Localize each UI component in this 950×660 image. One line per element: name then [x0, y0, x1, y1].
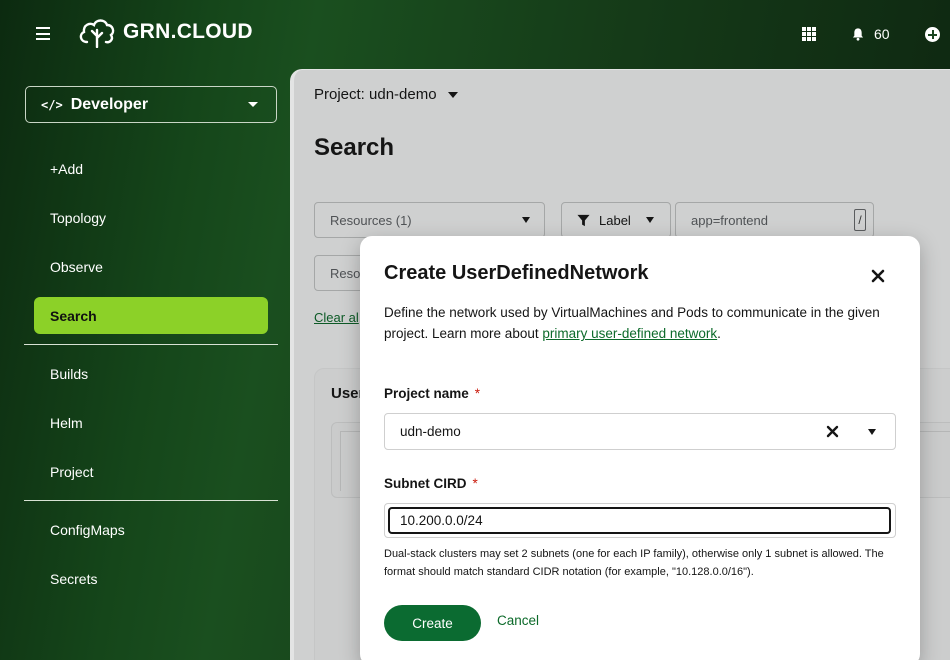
- create-button[interactable]: Create: [384, 605, 481, 641]
- project-name-label: Project name *: [384, 386, 480, 401]
- sidebar-item-builds[interactable]: Builds: [34, 355, 268, 392]
- subnet-cidr-input[interactable]: [388, 507, 891, 534]
- masthead: GRN.CLOUD 60: [0, 0, 950, 68]
- bell-icon: [852, 28, 864, 41]
- perspective-label: Developer: [70, 95, 149, 113]
- required-indicator: *: [474, 386, 481, 401]
- create-udn-modal: Create UserDefinedNetwork Define the net…: [360, 236, 920, 660]
- caret-down-icon: [522, 217, 530, 223]
- filter-icon: [577, 214, 590, 226]
- primary-udn-doc-link[interactable]: primary user-defined network: [542, 326, 717, 341]
- clear-selection-icon[interactable]: [826, 425, 839, 438]
- cancel-button[interactable]: Cancel: [497, 613, 539, 628]
- project-selector-label: Project: udn-demo: [314, 86, 437, 103]
- nav-divider: [24, 344, 278, 345]
- resources-select[interactable]: Resources (1): [314, 202, 545, 238]
- subnet-cidr-label: Subnet CIRD *: [384, 476, 478, 491]
- modal-title: Create UserDefinedNetwork: [384, 262, 649, 284]
- filter-type-label: Label: [599, 212, 631, 228]
- hamburger-menu-icon[interactable]: [36, 27, 50, 40]
- sidebar-item-helm[interactable]: Helm: [34, 404, 268, 441]
- sidebar-item-add[interactable]: +Add: [34, 150, 268, 187]
- label-search-value: app=frontend: [691, 212, 768, 228]
- sidebar-item-observe[interactable]: Observe: [34, 248, 268, 285]
- notification-count: 60: [874, 26, 890, 42]
- notifications-button[interactable]: 60: [851, 24, 890, 44]
- project-name-label-text: Project name: [384, 386, 469, 401]
- sidebar-item-secrets[interactable]: Secrets: [34, 560, 268, 597]
- app-launcher-icon[interactable]: [802, 27, 816, 41]
- caret-down-icon: [646, 217, 654, 223]
- perspective-switcher[interactable]: </> Developer: [25, 86, 277, 123]
- modal-description: Define the network used by VirtualMachin…: [384, 302, 894, 344]
- logo-text: GRN.CLOUD: [123, 20, 253, 43]
- resources-select-value: Resources (1): [330, 212, 412, 228]
- keyboard-shortcut-hint: /: [854, 209, 866, 231]
- caret-down-icon[interactable]: [868, 429, 876, 435]
- caret-down-icon: [447, 91, 458, 98]
- sidebar-item-project[interactable]: Project: [34, 453, 268, 490]
- label-search-input[interactable]: app=frontend /: [675, 202, 874, 238]
- sidebar-item-topology[interactable]: Topology: [34, 199, 268, 236]
- sidebar-item-configmaps[interactable]: ConfigMaps: [34, 511, 268, 548]
- caret-down-icon: [248, 102, 258, 107]
- subnet-helper-text: Dual-stack clusters may set 2 subnets (o…: [384, 548, 884, 578]
- cloud-tree-icon: [79, 19, 115, 48]
- modal-description-suffix: .: [717, 326, 721, 341]
- close-icon[interactable]: [871, 269, 885, 283]
- project-name-select[interactable]: udn-demo: [384, 413, 896, 450]
- project-name-value: udn-demo: [400, 424, 461, 439]
- clear-all-filters-link[interactable]: Clear al: [314, 310, 359, 325]
- logo[interactable]: GRN.CLOUD: [77, 16, 253, 48]
- project-selector[interactable]: Project: udn-demo: [314, 86, 458, 103]
- code-icon: </>: [41, 97, 63, 112]
- nav-divider: [24, 500, 278, 501]
- quick-create-icon[interactable]: [925, 27, 940, 42]
- sidebar-item-search[interactable]: Search: [34, 297, 268, 334]
- required-indicator: *: [472, 476, 478, 491]
- page-title: Search: [314, 134, 395, 161]
- filter-type-select[interactable]: Label: [561, 202, 671, 238]
- subnet-cidr-label-text: Subnet CIRD: [384, 476, 467, 491]
